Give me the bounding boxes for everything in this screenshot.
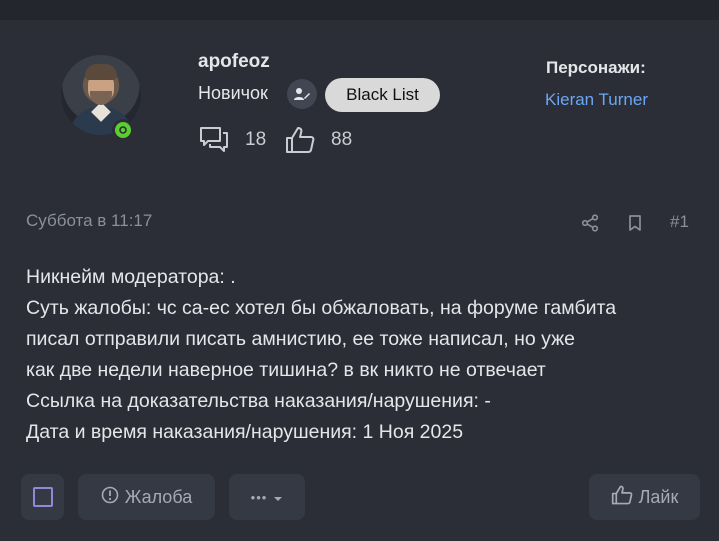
- user-badge: Black List: [325, 78, 440, 112]
- post-line: Суть жалобы: чс са-ес хотел бы обжаловат…: [26, 297, 617, 319]
- post-line: как две недели наверное тишина? в вк ник…: [26, 359, 546, 381]
- user-rank: Новичок: [198, 83, 268, 103]
- messages-stat: 18: [199, 126, 266, 154]
- messages-count: 18: [245, 129, 267, 150]
- username-link[interactable]: apofeoz: [198, 51, 270, 73]
- online-status-icon: [112, 119, 134, 141]
- character-link[interactable]: Kieran Turner: [545, 90, 648, 110]
- post-number-link[interactable]: #1: [670, 212, 689, 232]
- report-label: Жалоба: [124, 486, 193, 507]
- post-content: Никнейм модератора: . Суть жалобы: чс са…: [26, 262, 706, 448]
- user-avatar[interactable]: [61, 55, 141, 141]
- report-button[interactable]: Жалоба: [78, 474, 215, 520]
- like-label: Лайк: [638, 486, 679, 507]
- chevron-down-icon: [273, 487, 283, 508]
- thumbs-up-icon: [285, 126, 315, 154]
- messages-icon: [199, 126, 229, 154]
- post-line: писал отправили писать амнистию, ее тоже…: [26, 328, 575, 350]
- post-line: Ссылка на доказательства наказания/наруш…: [26, 390, 491, 412]
- post-line: Дата и время наказания/нарушения: 1 Ноя …: [26, 421, 464, 443]
- more-label: •••: [250, 489, 268, 505]
- select-post-checkbox[interactable]: [21, 474, 64, 520]
- post-line: Никнейм модератора: .: [26, 266, 236, 288]
- more-options-button[interactable]: •••: [229, 474, 305, 520]
- likes-stat: 88: [285, 126, 352, 154]
- characters-title: Персонажи:: [546, 58, 646, 77]
- user-edit-icon: [287, 79, 317, 109]
- share-icon[interactable]: [581, 214, 599, 237]
- bookmark-icon[interactable]: [627, 214, 643, 237]
- top-bar: [0, 0, 719, 20]
- like-button[interactable]: Лайк: [589, 474, 700, 520]
- thumbs-up-icon: [611, 485, 633, 510]
- likes-count: 88: [331, 129, 353, 150]
- post-date-link[interactable]: Суббота в 11:17: [26, 211, 152, 231]
- checkbox-icon: [32, 487, 53, 507]
- alert-icon: [101, 486, 119, 509]
